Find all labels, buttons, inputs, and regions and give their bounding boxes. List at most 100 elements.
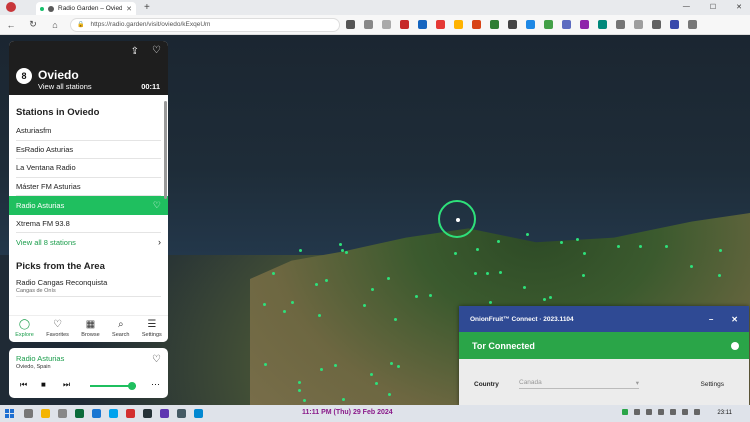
menu-icon[interactable] (688, 20, 697, 29)
tray-icon[interactable] (658, 409, 664, 415)
station-dot[interactable] (370, 287, 374, 291)
tray-icon[interactable] (694, 409, 700, 415)
font-size-icon[interactable] (508, 20, 517, 29)
share-icon[interactable]: ⇪ (131, 46, 139, 57)
app-icon[interactable] (177, 409, 186, 418)
selected-location-ring[interactable] (438, 200, 476, 238)
volume-knob[interactable] (128, 382, 136, 390)
extension-10-icon[interactable] (580, 20, 589, 29)
browser-tab[interactable]: Radio Garden – Oviedo ✕ (36, 2, 136, 15)
favorites-star-icon[interactable] (382, 20, 391, 29)
extension-8-icon[interactable] (544, 20, 553, 29)
tray-icon[interactable] (622, 409, 628, 415)
station-dot[interactable] (559, 241, 563, 245)
nav-explore[interactable]: ◯ Explore (15, 320, 34, 339)
extension-11-icon[interactable] (598, 20, 607, 29)
station-dot[interactable] (473, 271, 477, 275)
station-dot[interactable] (718, 249, 722, 253)
tray-icon[interactable] (670, 409, 676, 415)
tray-icon[interactable] (682, 409, 688, 415)
app-icon[interactable] (126, 409, 135, 418)
new-tab-button[interactable]: + (144, 2, 150, 13)
station-dot[interactable] (344, 250, 348, 254)
connection-toggle[interactable] (731, 341, 739, 350)
station-item[interactable]: EsRadio Asturias (16, 141, 161, 159)
country-select[interactable]: Canada ▾ (519, 379, 639, 389)
nav-browse[interactable]: ▦ Browse (81, 320, 99, 339)
view-all-8-stations-link[interactable]: View all 8 stations › (16, 233, 161, 251)
station-item-active[interactable]: Radio Asturias ♡ (9, 196, 168, 215)
extension-9-icon[interactable] (562, 20, 571, 29)
collections-icon[interactable] (634, 20, 643, 29)
window-close-icon[interactable]: ✕ (736, 3, 742, 11)
settings-button[interactable]: Settings (701, 381, 725, 388)
refresh-icon[interactable]: ↻ (22, 19, 44, 30)
station-dot[interactable] (271, 271, 275, 275)
address-bar[interactable]: 🔒 https://radio.garden/visit/oviedo/kExq… (70, 17, 340, 32)
app-icon[interactable] (92, 409, 101, 418)
station-dot[interactable] (664, 244, 668, 248)
station-dot[interactable] (522, 285, 526, 289)
extension-2-icon[interactable] (418, 20, 427, 29)
station-dot[interactable] (394, 317, 398, 321)
extensions-icon[interactable] (616, 20, 625, 29)
station-dot[interactable] (388, 393, 392, 396)
extension-6-icon[interactable] (490, 20, 499, 29)
close-icon[interactable]: ✕ (731, 315, 738, 324)
station-dot[interactable] (302, 398, 306, 402)
app-icon[interactable] (58, 409, 67, 418)
nav-settings[interactable]: ☰ Settings (142, 320, 162, 339)
station-dot[interactable] (374, 381, 378, 385)
tab-close-icon[interactable]: ✕ (126, 5, 132, 13)
station-dot[interactable] (298, 388, 302, 392)
tracking-icon[interactable] (346, 20, 355, 29)
extension-5-icon[interactable] (472, 20, 481, 29)
station-dot[interactable] (396, 364, 400, 368)
file-explorer-icon[interactable] (41, 409, 50, 418)
maximize-icon[interactable]: ☐ (710, 3, 716, 11)
station-dot[interactable] (320, 367, 324, 371)
home-icon[interactable]: ⌂ (44, 20, 66, 30)
station-dot[interactable] (340, 248, 344, 252)
station-item[interactable]: Asturiasfm (16, 122, 161, 141)
app-icon[interactable] (109, 409, 118, 418)
previous-icon[interactable]: ⏮ (20, 380, 27, 390)
edge-icon[interactable] (194, 409, 203, 418)
favorite-heart-icon[interactable]: ♡ (152, 354, 161, 365)
start-icon[interactable] (5, 409, 14, 418)
back-icon[interactable]: ← (0, 20, 22, 30)
profile-icon[interactable] (670, 20, 679, 29)
tray-icon[interactable] (634, 409, 640, 415)
playing-station-name[interactable]: Radio Asturias (16, 354, 64, 363)
pick-item[interactable]: Radio Cangas Reconquista Cangas de Onís (16, 276, 161, 297)
station-dot[interactable] (476, 247, 480, 251)
app-icon[interactable] (160, 409, 169, 418)
view-all-stations-link[interactable]: View all stations (38, 82, 92, 91)
station-dot[interactable] (485, 271, 489, 275)
station-dot[interactable] (690, 264, 694, 268)
station-dot[interactable] (616, 245, 620, 249)
nav-favorites[interactable]: ♡ Favorites (46, 320, 69, 339)
system-clock[interactable]: 23:11 (717, 410, 732, 416)
profile-avatar[interactable] (6, 2, 16, 12)
station-dot[interactable] (317, 313, 321, 317)
favorite-heart-icon[interactable]: ♡ (153, 200, 161, 211)
lock-icon[interactable]: 🔒 (77, 21, 84, 28)
extension-1-icon[interactable] (400, 20, 409, 29)
extension-7-icon[interactable] (526, 20, 535, 29)
extension-4-icon[interactable] (454, 20, 463, 29)
minimize-icon[interactable]: – (709, 315, 713, 324)
station-dot[interactable] (428, 293, 432, 297)
station-dot[interactable] (582, 252, 586, 256)
app-icon[interactable] (75, 409, 84, 418)
tray-icon[interactable] (646, 409, 652, 415)
read-aloud-icon[interactable] (364, 20, 373, 29)
split-screen-icon[interactable] (652, 20, 661, 29)
search-icon[interactable] (24, 409, 33, 418)
station-dot[interactable] (499, 270, 503, 274)
favorite-heart-icon[interactable]: ♡ (152, 45, 161, 56)
extension-3-icon[interactable] (436, 20, 445, 29)
station-dot[interactable] (497, 239, 501, 243)
station-item[interactable]: Máster FM Asturias (16, 178, 161, 196)
more-options-icon[interactable]: ⋯ (151, 379, 160, 390)
